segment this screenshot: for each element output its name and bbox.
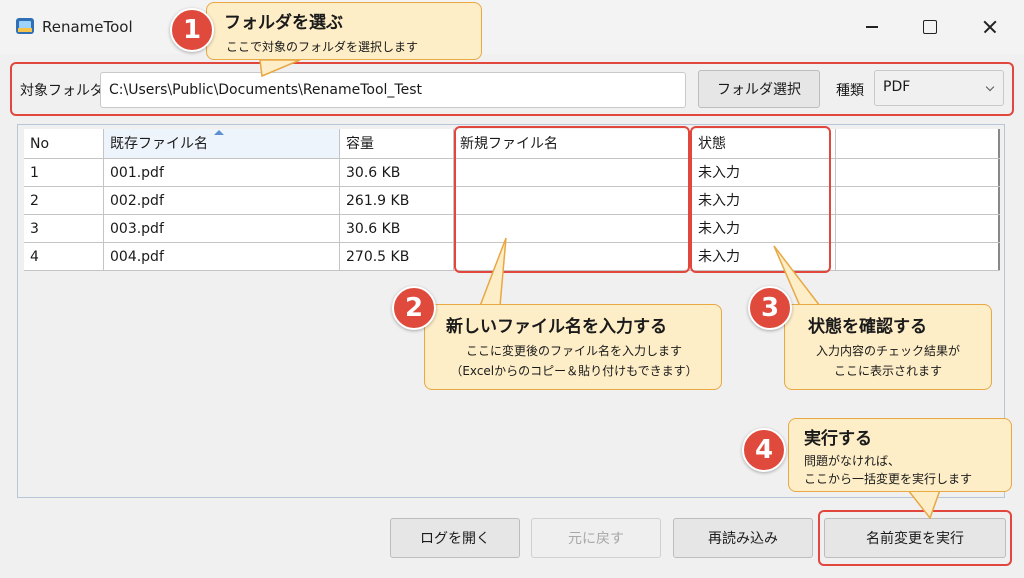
- callout-2-tail: [478, 237, 507, 307]
- callout-3-badge: 3: [748, 286, 792, 330]
- callout-2-line1: ここに変更後のファイル名を入力します: [465, 344, 682, 358]
- callout-1-tail: [259, 59, 301, 78]
- callout-4-badge: 4: [742, 428, 786, 472]
- callout-2-line2: （Excelからのコピー＆貼り付けもできます）: [450, 364, 698, 378]
- callout-1-text: ここで対象のフォルダを選択します: [226, 40, 419, 54]
- callout-4-line2: ここから一括変更を実行します: [804, 472, 973, 486]
- callout-4-tail: [906, 489, 942, 520]
- callout-4-line1: 問題がなければ、: [804, 454, 901, 468]
- callout-3-line2: ここに表示されます: [833, 364, 942, 378]
- callout-2-badge: 2: [392, 286, 436, 330]
- callout-2-title: 新しいファイル名を入力する: [446, 317, 667, 337]
- callout-4-title: 実行する: [804, 429, 872, 449]
- callout-1-title: フォルダを選ぶ: [224, 13, 343, 33]
- callout-1-badge: 1: [170, 8, 214, 52]
- callout-3-line1: 入力内容のチェック結果が: [815, 344, 960, 358]
- callout-3-title: 状態を確認する: [808, 317, 927, 337]
